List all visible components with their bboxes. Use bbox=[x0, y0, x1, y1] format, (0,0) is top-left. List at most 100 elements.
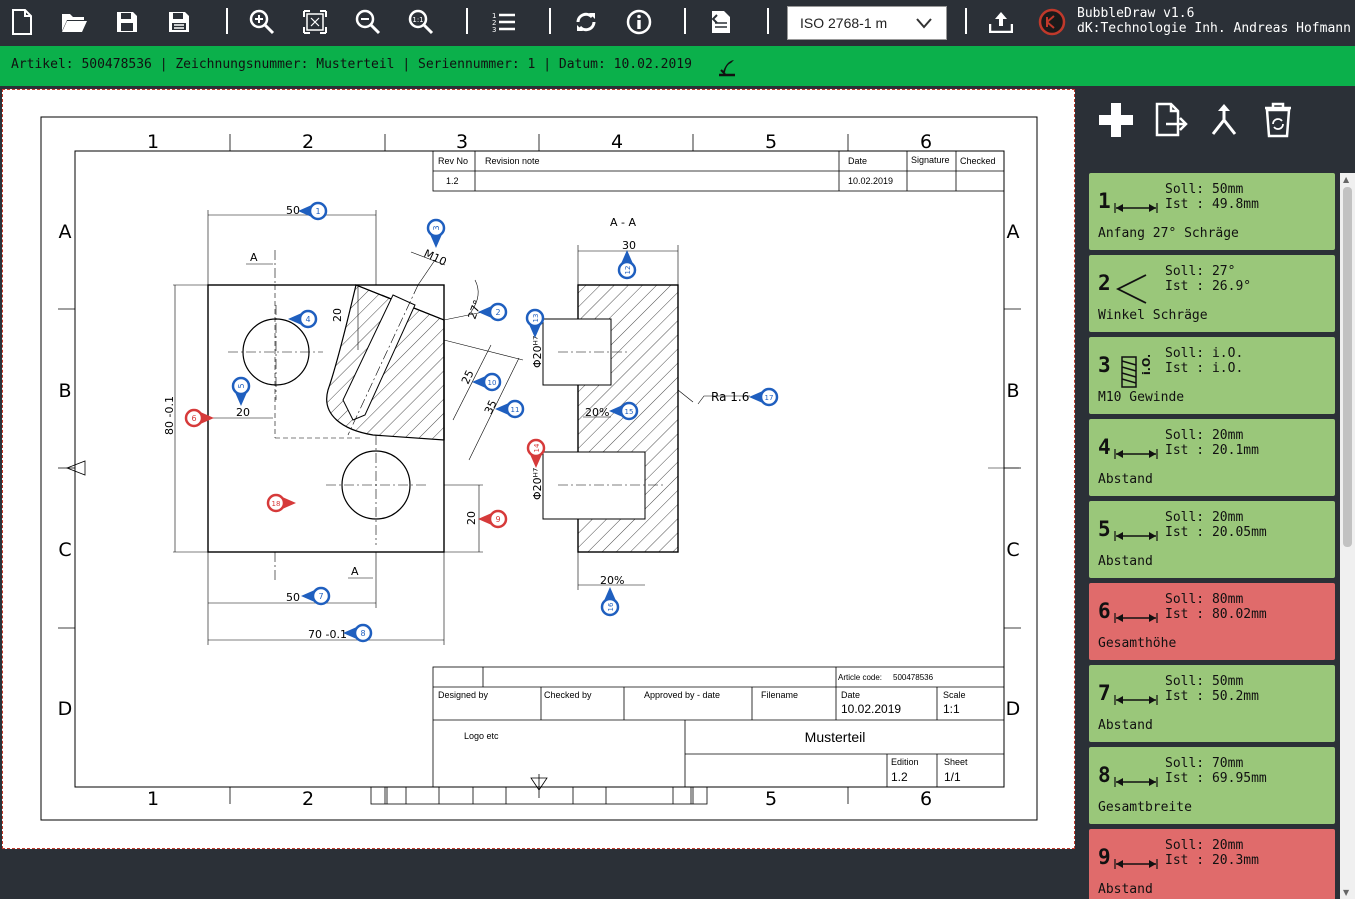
measurement-card[interactable]: 3 i.O. Soll: i.O. Ist : i.O. M10 Gewinde bbox=[1089, 337, 1335, 414]
new-file-icon[interactable] bbox=[6, 6, 38, 38]
measurement-bubble[interactable]: 6 bbox=[184, 408, 214, 428]
measurement-number: 2 bbox=[1098, 271, 1111, 295]
tb-article-label: Article code: bbox=[838, 673, 882, 682]
measurement-card[interactable]: 8 Soll: 70mm Ist : 69.95mm Gesamtbreite bbox=[1089, 747, 1335, 824]
merge-icon[interactable] bbox=[1204, 100, 1244, 140]
info-icon[interactable] bbox=[623, 6, 655, 38]
cut-label: A bbox=[351, 565, 359, 578]
upload-icon[interactable] bbox=[985, 6, 1017, 38]
zoom-in-icon[interactable] bbox=[246, 6, 278, 38]
length-symbol-icon bbox=[1114, 683, 1158, 717]
measurement-bubble[interactable]: 9 bbox=[478, 509, 508, 529]
measurement-bubble[interactable]: 13 bbox=[525, 308, 545, 338]
measurement-card[interactable]: 6 Soll: 80mm Ist : 80.02mm Gesamthöhe bbox=[1089, 583, 1335, 660]
company-logo-icon bbox=[1038, 8, 1066, 36]
app-name: BubbleDraw v1.6 bbox=[1077, 6, 1195, 21]
bubble-number: 18 bbox=[272, 500, 281, 508]
save-icon[interactable] bbox=[111, 6, 143, 38]
row-label: C bbox=[58, 539, 71, 561]
bubble-number: 8 bbox=[360, 629, 365, 638]
col-label: 2 bbox=[302, 788, 314, 810]
measurement-bubble[interactable]: 5 bbox=[231, 376, 251, 406]
col-label: 5 bbox=[765, 788, 777, 810]
technical-drawing[interactable]: 1 2 3 4 5 6 1 2 5 6 A B C D A B C D Rev … bbox=[3, 90, 1074, 848]
svg-text:i.O.: i.O. bbox=[1140, 355, 1153, 375]
bubble-number: 7 bbox=[318, 592, 323, 601]
zoom-fit-icon[interactable] bbox=[299, 6, 331, 38]
measurement-bubble[interactable]: 18 bbox=[266, 493, 296, 513]
tb-article-value: 500478536 bbox=[893, 673, 934, 682]
row-label: C bbox=[1006, 539, 1019, 561]
scroll-thumb[interactable] bbox=[1343, 187, 1352, 547]
toolbar-separator bbox=[466, 8, 468, 34]
length-symbol-icon bbox=[1114, 191, 1158, 225]
numbered-list-icon[interactable]: 123 bbox=[488, 6, 520, 38]
tb-scale-value: 1:1 bbox=[943, 702, 960, 716]
measurement-card[interactable]: 1 Soll: 50mm Ist : 49.8mm Anfang 27° Schräg… bbox=[1089, 173, 1335, 250]
bubble-tools bbox=[1089, 90, 1355, 152]
tb-logo-text: Logo etc bbox=[464, 731, 499, 741]
zoom-out-icon[interactable] bbox=[352, 6, 384, 38]
measurement-soll: Soll: i.O. bbox=[1165, 346, 1244, 361]
measurement-card[interactable]: 2 Soll: 27° Ist : 26.9° Winkel Schräge bbox=[1089, 255, 1335, 332]
list-scrollbar[interactable]: ▲ ▼ bbox=[1340, 173, 1355, 899]
tb-scale-label: Scale bbox=[943, 690, 966, 700]
toolbar-separator bbox=[767, 8, 769, 34]
measurement-card[interactable]: 9 Soll: 20mm Ist : 20.3mm Abstand bbox=[1089, 829, 1335, 899]
measurement-bubble[interactable]: 17 bbox=[749, 387, 779, 407]
scroll-down-icon[interactable]: ▼ bbox=[1343, 888, 1349, 897]
measurement-bubble[interactable]: 7 bbox=[301, 586, 331, 606]
import-icon[interactable] bbox=[1151, 100, 1191, 140]
length-symbol-icon bbox=[1114, 601, 1158, 635]
section-view: A - A 30 Φ20ᴴ⁷ Φ20ᴴ⁷ 20% 20% Ra 1.6 bbox=[531, 216, 750, 590]
rev-header: Checked bbox=[960, 156, 996, 166]
measurement-ist: Ist : 50.2mm bbox=[1165, 689, 1259, 704]
measurement-bubble[interactable]: 4 bbox=[288, 309, 318, 329]
tolerance-norm-select[interactable]: ISO 2768-1 m bbox=[787, 6, 947, 40]
measurement-card[interactable]: 4 Soll: 20mm Ist : 20.1mm Abstand bbox=[1089, 419, 1335, 496]
measurement-card[interactable]: 7 Soll: 50mm Ist : 50.2mm Abstand bbox=[1089, 665, 1335, 742]
drawing-canvas[interactable]: 1 2 3 4 5 6 1 2 5 6 A B C D A B C D Rev … bbox=[2, 89, 1075, 849]
roughness-label: Ra 1.6 bbox=[711, 390, 749, 404]
measurement-bubble[interactable]: 16 bbox=[600, 587, 620, 617]
edit-signature-icon[interactable] bbox=[716, 56, 738, 78]
dim-label: 50 bbox=[286, 204, 300, 217]
row-label: D bbox=[1006, 698, 1021, 720]
open-folder-icon[interactable] bbox=[58, 6, 90, 38]
rev-header: Rev No bbox=[438, 156, 468, 166]
row-label: B bbox=[1006, 380, 1019, 402]
chevron-down-icon bbox=[916, 18, 932, 29]
rev-header: Signature bbox=[911, 155, 950, 165]
measurement-bubble[interactable]: 1 bbox=[298, 201, 328, 221]
tb-designed-by: Designed by bbox=[438, 690, 489, 700]
scroll-up-icon[interactable]: ▲ bbox=[1343, 175, 1349, 184]
toolbar-separator bbox=[965, 8, 967, 34]
measurement-ist: Ist : 20.05mm bbox=[1165, 525, 1267, 540]
delete-icon[interactable] bbox=[1258, 100, 1298, 140]
app-info: BubbleDraw v1.6 dK:Technologie Inh. Andr… bbox=[1077, 6, 1351, 36]
measurement-number: 3 bbox=[1098, 353, 1111, 377]
zoom-reset-icon[interactable]: 1:1 bbox=[405, 6, 437, 38]
tb-date-label: Date bbox=[841, 690, 860, 700]
measurement-bubble[interactable]: 14 bbox=[526, 438, 546, 468]
measurement-bubble[interactable]: 12 bbox=[617, 250, 637, 280]
measurement-bubble[interactable]: 3 bbox=[426, 218, 446, 248]
add-icon[interactable] bbox=[1096, 100, 1136, 140]
dim-label: M10 bbox=[422, 247, 449, 269]
dim-label: 20% bbox=[585, 406, 609, 419]
measurement-card[interactable]: 5 Soll: 20mm Ist : 20.05mm Abstand bbox=[1089, 501, 1335, 578]
save-as-icon[interactable] bbox=[164, 6, 196, 38]
measurement-ist: Ist : 49.8mm bbox=[1165, 197, 1259, 212]
toolbar-separator bbox=[226, 8, 228, 34]
refresh-icon[interactable] bbox=[570, 6, 602, 38]
measurement-bubble[interactable]: 10 bbox=[472, 372, 502, 392]
col-label: 2 bbox=[302, 131, 314, 153]
measurement-bubble[interactable]: 8 bbox=[343, 623, 373, 643]
title-block: Article code: 500478536 Designed by Chec… bbox=[432, 666, 1005, 788]
row-label: B bbox=[58, 380, 71, 402]
measurement-soll: Soll: 20mm bbox=[1165, 428, 1244, 443]
measurement-soll: Soll: 27° bbox=[1165, 264, 1236, 279]
pdf-export-icon[interactable] bbox=[705, 6, 737, 38]
bubble-layer: 123456789101112131415161718 bbox=[184, 201, 779, 643]
measurement-list[interactable]: 1 Soll: 50mm Ist : 49.8mm Anfang 27° Schräg… bbox=[1089, 173, 1355, 899]
